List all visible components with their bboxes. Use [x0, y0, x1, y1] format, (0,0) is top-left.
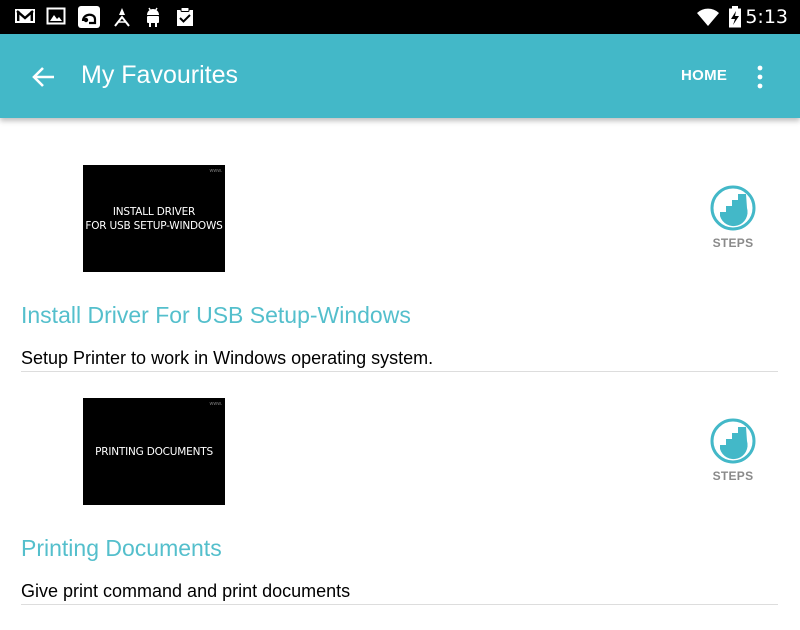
- steps-label: STEPS: [712, 236, 754, 250]
- wifi-icon: [697, 8, 719, 26]
- thumbnail-watermark: www.: [209, 168, 222, 174]
- thumbnail-caption-line: PRINTING DOCUMENTS: [95, 445, 213, 458]
- app-icon: [78, 6, 100, 28]
- clipboard-check-icon: [177, 7, 193, 26]
- profile-icon: [114, 8, 130, 27]
- thumbnail-caption: PRINTING DOCUMENTS: [95, 445, 213, 459]
- video-thumbnail[interactable]: www. PRINTING DOCUMENTS: [83, 398, 225, 505]
- status-time: 5:13: [745, 6, 788, 28]
- favourite-title[interactable]: Printing Documents: [21, 535, 222, 562]
- steps-label: STEPS: [712, 469, 754, 483]
- home-button[interactable]: HOME: [681, 67, 727, 84]
- video-thumbnail[interactable]: www. INSTALL DRIVER FOR USB SETUP-WINDOW…: [83, 165, 225, 272]
- favourite-title[interactable]: Install Driver For USB Setup-Windows: [21, 302, 411, 329]
- gallery-icon: [46, 7, 66, 25]
- back-arrow-icon[interactable]: [28, 62, 58, 92]
- more-options-icon[interactable]: [752, 62, 768, 92]
- divider: [21, 604, 778, 605]
- favourite-description: Give print command and print documents: [21, 581, 351, 601]
- app-bar: My Favourites HOME: [0, 34, 800, 118]
- page-title: My Favourites: [81, 61, 238, 89]
- steps-icon: [710, 418, 756, 464]
- thumbnail-caption-line: INSTALL DRIVER: [112, 205, 196, 218]
- favourite-item[interactable]: www. PRINTING DOCUMENTS STEPS Printing D…: [0, 351, 800, 605]
- status-bar: 5:13: [0, 0, 800, 34]
- steps-icon: [710, 185, 756, 231]
- thumbnail-caption-line: FOR USB SETUP-WINDOWS: [85, 219, 223, 232]
- battery-charging-icon: [729, 6, 741, 28]
- thumbnail-caption: INSTALL DRIVER FOR USB SETUP-WINDOWS: [85, 205, 222, 233]
- gmail-icon: [15, 9, 35, 23]
- thumbnail-watermark: www.: [209, 401, 222, 407]
- steps-button[interactable]: STEPS: [706, 184, 760, 254]
- steps-button[interactable]: STEPS: [706, 417, 760, 487]
- android-debug-icon: [147, 7, 159, 27]
- favourite-item[interactable]: www. INSTALL DRIVER FOR USB SETUP-WINDOW…: [0, 118, 800, 372]
